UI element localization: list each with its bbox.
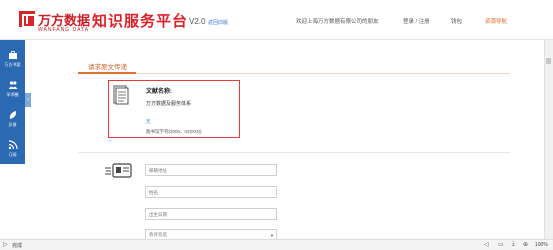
page-icon: ▷ [3, 242, 8, 248]
leaf-icon [8, 110, 18, 120]
document-author[interactable]: 无 [146, 119, 151, 125]
rss-icon [8, 140, 18, 150]
tab-active-underline [78, 72, 136, 74]
sidebar-collapse-toggle[interactable]: ‹ [25, 93, 31, 107]
zoom-icon[interactable]: ⊕ [523, 241, 528, 248]
id-card-icon [105, 163, 133, 179]
status-text: 完成 [12, 243, 23, 249]
sidebar-item-academic-circle[interactable]: 学术圈 [0, 74, 25, 104]
scrollbar[interactable] [544, 40, 553, 239]
document-name-label: 文献名称: [146, 89, 172, 95]
download-icon[interactable]: ⤓ [512, 241, 515, 248]
people-icon [8, 80, 18, 90]
chevron-down-icon: ▼ [270, 233, 274, 238]
tab-divider [78, 73, 510, 74]
document-icon [113, 85, 129, 105]
sidebar-item-wanfang-case[interactable]: 万方书案 [0, 44, 25, 74]
name-field[interactable] [145, 186, 277, 198]
tab-request-original-text[interactable]: 请求原文传递 [88, 61, 127, 71]
logo-subtext: WANFANG DATA [38, 27, 90, 33]
sidebar-item-label: 反馈 [8, 122, 17, 127]
version-label: V2.0 [189, 17, 206, 26]
resource-nav-link[interactable]: 资源导航 [485, 17, 507, 25]
site-title: 知识服务平台 [92, 13, 189, 30]
old-version-link[interactable]: 返回旧版 [208, 19, 228, 26]
sidebar-item-label: 订阅 [8, 152, 17, 157]
briefcase-icon [8, 50, 18, 60]
login-register-link[interactable]: 登录 / 注册 [403, 17, 430, 25]
welcome-text: 欢迎上海万方数据有限公司的朋友 [296, 19, 379, 25]
sidebar-item-label: 万方书案 [4, 62, 21, 67]
sidebar-item-subscribe[interactable]: 订阅 [0, 134, 25, 164]
section-divider [78, 152, 510, 153]
status-bar [0, 239, 553, 250]
email-field[interactable] [145, 164, 277, 176]
document-source: 图书馆学刊(2006，02(003)) [146, 129, 202, 134]
zoom-level[interactable]: 100% [535, 242, 548, 248]
window-icon[interactable]: ▭ [498, 241, 504, 248]
sidebar: 万方书案 学术圈 反馈 订阅 [0, 40, 25, 164]
wallet-link[interactable]: 钱包 [451, 17, 462, 25]
wanfang-logo-icon[interactable] [19, 11, 36, 28]
birthday-field[interactable] [145, 208, 277, 220]
speaker-icon[interactable]: ◁ [484, 241, 489, 248]
sidebar-item-feedback[interactable]: 反馈 [0, 104, 25, 134]
document-name: 万方数据及服务体系 [146, 101, 192, 107]
sidebar-item-label: 学术圈 [6, 92, 19, 97]
scrollbar-thumb[interactable] [546, 58, 551, 64]
